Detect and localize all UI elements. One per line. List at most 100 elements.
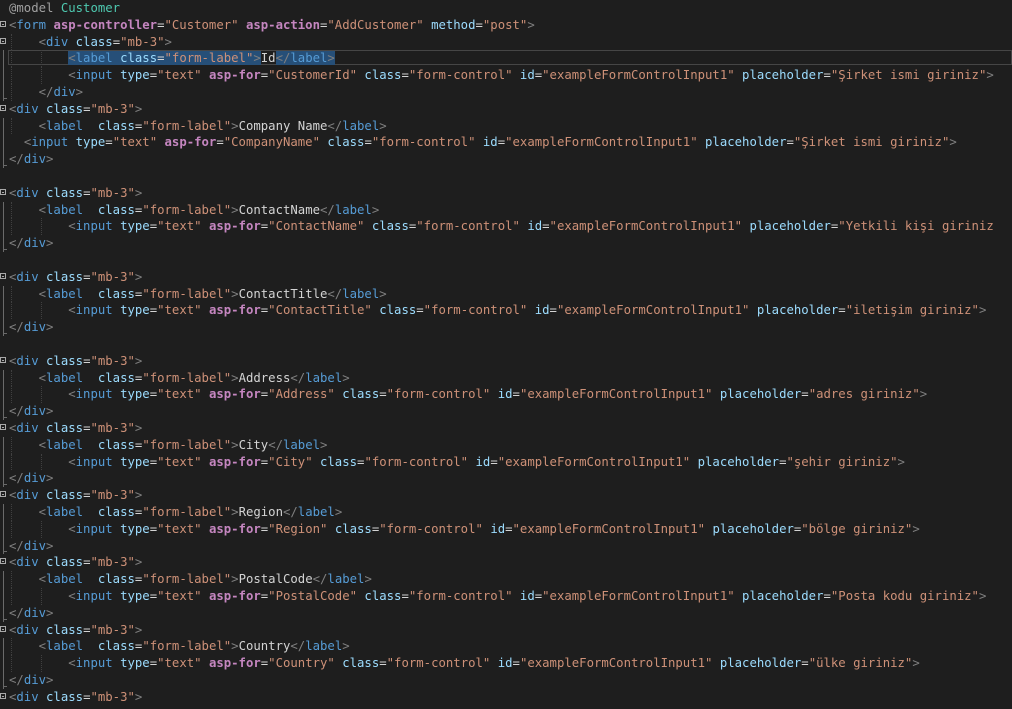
fold-collapse-icon[interactable] (0, 692, 6, 699)
code-line[interactable]: <div class="mb-3"> (0, 101, 1012, 118)
fold-collapse-icon[interactable] (0, 188, 6, 195)
code-token: class (379, 303, 417, 318)
fold-guide-line (3, 537, 7, 555)
code-line[interactable]: </div> (0, 235, 1012, 252)
code-line[interactable]: <label class="form-label">Region</label> (0, 504, 1012, 521)
code-line[interactable]: <label class="form-label">Company Name</… (0, 117, 1012, 135)
code-text: <div class="mb-3"> (9, 689, 142, 706)
code-line[interactable]: <div class="mb-3"> (0, 689, 1012, 706)
code-line[interactable]: <input type="text" asp-for="Region" clas… (0, 520, 1012, 538)
code-token: asp-controller (53, 17, 158, 32)
code-line[interactable]: <div class="mb-3"> (0, 33, 1012, 51)
code-token: label (46, 370, 84, 385)
code-line[interactable]: <div class="mb-3"> (0, 487, 1012, 504)
code-token: = (490, 454, 498, 469)
code-line[interactable]: <div class="mb-3"> (0, 185, 1012, 202)
code-line[interactable]: </div> (0, 319, 1012, 336)
indent-guide (40, 50, 42, 68)
code-token: div (16, 488, 39, 503)
code-token: label (305, 639, 343, 654)
code-line[interactable]: </div> (0, 84, 1012, 101)
fold-gutter (0, 453, 8, 471)
code-token: "mb-3" (90, 555, 135, 570)
code-token: = (823, 589, 831, 603)
fold-guide-line (3, 638, 4, 656)
fold-collapse-icon[interactable] (0, 491, 6, 498)
fold-gutter (0, 319, 8, 336)
code-line[interactable]: <label class="form-label">Country</label… (0, 638, 1012, 656)
code-line[interactable]: </div> (0, 403, 1012, 420)
code-token: = (149, 68, 158, 83)
fold-collapse-icon[interactable] (0, 625, 6, 632)
code-line[interactable]: <div class="mb-3"> (0, 554, 1012, 571)
code-line[interactable]: <form asp-controller="Customer" asp-acti… (0, 17, 1012, 34)
fold-guide-line (3, 588, 4, 605)
code-token: </ (327, 118, 343, 133)
code-line[interactable]: <label class="form-label">ContactName</l… (0, 201, 1012, 219)
code-token: > (231, 202, 239, 217)
code-line[interactable]: </div> (0, 151, 1012, 168)
code-line[interactable]: <label class="form-label">Address</label… (0, 369, 1012, 387)
indent-guide (40, 520, 42, 538)
code-token: = (105, 135, 113, 150)
code-line[interactable]: <div class="mb-3"> (0, 353, 1012, 370)
code-line[interactable]: </div> (0, 537, 1012, 555)
code-line[interactable]: <div class="mb-3"> (0, 269, 1012, 286)
fold-gutter (0, 487, 8, 504)
code-line[interactable] (0, 252, 1012, 269)
code-token: = (497, 135, 506, 150)
code-text: <div class="mb-3"> (9, 33, 172, 51)
code-line[interactable]: <label class="form-label">Id</label> (0, 50, 1012, 68)
code-line[interactable]: <div class="mb-3"> (0, 622, 1012, 639)
code-token: input (75, 387, 113, 402)
code-line[interactable]: <label class="form-label">City</label> (0, 436, 1012, 454)
code-token: "mb-3" (90, 269, 135, 284)
fold-collapse-icon[interactable] (0, 424, 6, 430)
code-line[interactable]: </div> (0, 604, 1012, 622)
code-line[interactable]: <label class="form-label">ContactTitle</… (0, 285, 1012, 303)
code-line[interactable]: <input type="text" asp-for="ContactName"… (0, 218, 1012, 236)
code-token: Id (260, 51, 276, 66)
code-text: </div> (9, 84, 83, 101)
indent-guide (11, 50, 12, 68)
code-token: class (46, 101, 84, 116)
code-token: > (46, 152, 54, 167)
code-line[interactable] (0, 168, 1012, 185)
fold-collapse-icon[interactable] (0, 20, 6, 27)
code-text: </div> (9, 151, 53, 168)
code-token: label (305, 370, 343, 385)
fold-collapse-icon[interactable] (0, 272, 6, 279)
fold-collapse-icon[interactable] (0, 37, 6, 44)
fold-collapse-icon[interactable] (0, 104, 6, 111)
code-editor[interactable]: @model Customer <form asp-controller="Cus… (0, 0, 1012, 709)
code-line[interactable] (0, 336, 1012, 353)
fold-collapse-icon[interactable] (0, 558, 6, 565)
code-line[interactable]: <input type="text" asp-for="Country" cla… (0, 655, 1012, 672)
code-text: <label class="form-label">City</label> (9, 436, 327, 454)
code-token: "ContactName" (268, 219, 365, 234)
indent-guide (11, 571, 12, 588)
code-token: > (342, 639, 350, 654)
code-line[interactable]: <label class="form-label">PostalCode</la… (0, 571, 1012, 588)
code-line[interactable]: </div> (0, 470, 1012, 488)
code-token: type (120, 387, 150, 402)
code-line[interactable]: <input type="text" asp-for="PostalCode" … (0, 588, 1012, 605)
fold-gutter (0, 604, 8, 622)
code-line[interactable]: <input type="text" asp-for="Address" cla… (0, 386, 1012, 404)
code-token: div (23, 320, 47, 335)
code-line[interactable]: </div> (0, 672, 1012, 689)
code-line[interactable]: <input type="text" asp-for="ContactTitle… (0, 302, 1012, 320)
code-token: = (379, 387, 387, 402)
code-token: "form-label" (142, 505, 232, 519)
code-line[interactable]: <input type="text" asp-for="City" class=… (0, 453, 1012, 471)
code-line[interactable]: <div class="mb-3"> (0, 420, 1012, 437)
code-line[interactable]: @model Customer (0, 0, 1012, 17)
fold-collapse-icon[interactable] (0, 356, 6, 363)
code-line[interactable]: <input type="text" asp-for="CustomerId" … (0, 67, 1012, 84)
code-line[interactable]: <input type="text" asp-for="CompanyName"… (0, 134, 1012, 152)
